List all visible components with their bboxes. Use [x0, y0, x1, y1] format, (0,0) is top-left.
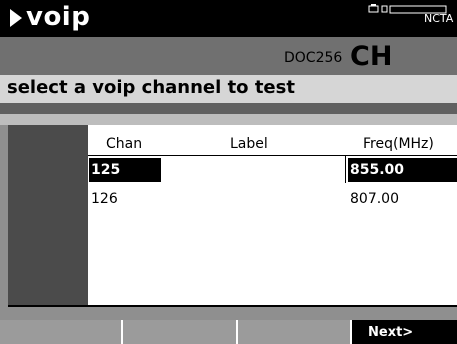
column-header-chan: Chan: [106, 136, 143, 152]
play-arrow-icon: [10, 9, 22, 27]
divider-strip: [0, 103, 457, 114]
column-header-freq: Freq(MHz): [363, 136, 434, 152]
next-button-label: Next>: [368, 325, 414, 340]
row-freq: 855.00: [350, 162, 405, 178]
screen-title: voip: [26, 2, 91, 32]
softkey-3[interactable]: [238, 320, 350, 344]
column-header-label: Label: [230, 136, 268, 152]
side-panel: [8, 125, 88, 306]
panel-bottom-border: [8, 305, 457, 307]
prompt-text: select a voip channel to test: [7, 77, 295, 98]
row-chan[interactable]: 126: [91, 191, 118, 207]
row-chan: 125: [91, 162, 121, 178]
status-text: NCTA: [424, 12, 454, 25]
softkey-1[interactable]: [0, 320, 121, 344]
row-freq[interactable]: 807.00: [350, 191, 399, 207]
channel-list[interactable]: [88, 125, 457, 306]
doc-label: DOC256: [284, 50, 343, 66]
header-divider: [88, 155, 457, 156]
divider-strip: [0, 114, 457, 125]
column-divider: [345, 155, 346, 183]
softkey-2[interactable]: [123, 320, 236, 344]
